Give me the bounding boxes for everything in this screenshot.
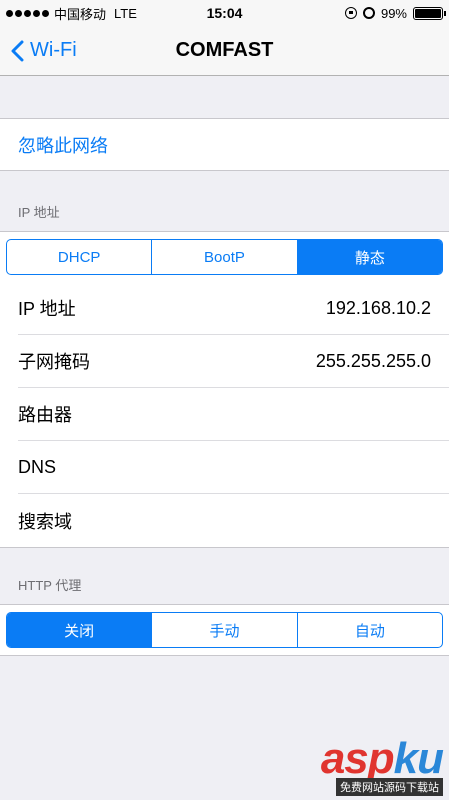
ip-settings-list: IP 地址 192.168.10.2 子网掩码 255.255.255.0 路由… <box>0 282 449 548</box>
subnet-mask-row[interactable]: 子网掩码 255.255.255.0 <box>18 335 449 388</box>
watermark-text: aspku <box>320 734 444 783</box>
signal-strength-icon <box>6 9 49 17</box>
row-label: 搜索域 <box>18 511 72 532</box>
segment-proxy-manual[interactable]: 手动 <box>152 613 298 647</box>
navigation-bar: Wi-Fi COMFAST <box>0 26 449 76</box>
proxy-mode-segmented-control: 关闭 手动 自动 <box>6 612 443 648</box>
ip-mode-segment-container: DHCP BootP 静态 <box>0 231 449 282</box>
row-label: IP 地址 <box>18 299 76 319</box>
row-label: 路由器 <box>18 405 72 425</box>
search-domain-row[interactable]: 搜索域 <box>18 494 449 547</box>
row-label: DNS <box>18 456 57 477</box>
back-button-label: Wi-Fi <box>30 39 77 61</box>
subnet-mask-value: 255.255.255.0 <box>315 350 431 371</box>
network-type: LTE <box>114 5 137 21</box>
ip-address-value: 192.168.10.2 <box>325 297 431 318</box>
carrier-name: 中国移动 <box>54 6 107 22</box>
dns-row[interactable]: DNS <box>18 441 449 494</box>
status-bar: 中国移动 LTE 15:04 99% <box>0 0 449 26</box>
proxy-section-header: HTTP 代理 <box>18 578 82 593</box>
ip-mode-segmented-control: DHCP BootP 静态 <box>6 239 443 275</box>
segment-dhcp[interactable]: DHCP <box>7 240 153 274</box>
ip-section-header: IP 地址 <box>18 205 60 220</box>
chevron-left-icon <box>11 40 24 61</box>
segment-static[interactable]: 静态 <box>297 240 442 274</box>
watermark-logo: aspku 免费网站源码下载站 <box>320 734 444 796</box>
forget-network-button[interactable]: 忽略此网络 <box>0 119 449 170</box>
back-button[interactable]: Wi-Fi <box>0 39 77 62</box>
alarm-icon <box>362 7 375 19</box>
router-row[interactable]: 路由器 <box>18 388 449 441</box>
segment-proxy-auto[interactable]: 自动 <box>298 613 442 647</box>
ip-address-row[interactable]: IP 地址 192.168.10.2 <box>18 282 449 335</box>
segment-proxy-off[interactable]: 关闭 <box>7 613 153 647</box>
watermark-subtitle: 免费网站源码下载站 <box>336 778 443 796</box>
segment-bootp[interactable]: BootP <box>152 240 298 274</box>
proxy-mode-segment-container: 关闭 手动 自动 <box>0 604 449 656</box>
battery-icon <box>413 6 446 20</box>
rotation-lock-icon <box>344 7 357 19</box>
forget-group: 忽略此网络 <box>0 118 449 171</box>
row-label: 子网掩码 <box>18 352 90 372</box>
battery-percent: 99% <box>380 5 407 21</box>
